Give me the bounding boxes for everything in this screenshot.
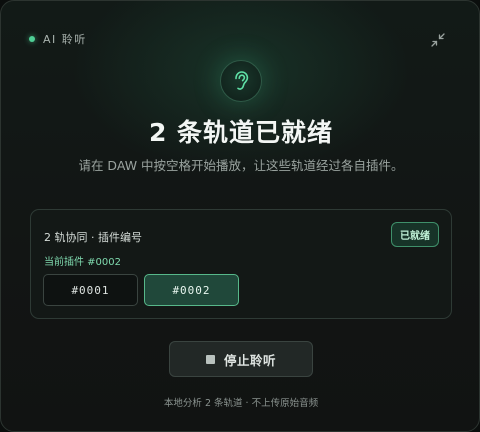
ear-badge bbox=[220, 60, 262, 102]
footer-note: 本地分析 2 条轨道 · 不上传原始音频 bbox=[163, 398, 319, 409]
current-plugin: 当前插件 #0002 bbox=[44, 257, 122, 268]
brand-label: AI 聆听 bbox=[43, 33, 87, 46]
stop-listening-button[interactable]: 停止聆听 bbox=[169, 341, 313, 377]
collapse-icon bbox=[431, 33, 445, 47]
status-badge: 已就绪 bbox=[391, 222, 439, 247]
plugin-card-label: 2 轨协同 · 插件编号 bbox=[44, 231, 142, 244]
brand: AI 聆听 bbox=[29, 31, 87, 47]
plugin-button-0002[interactable]: #0002 bbox=[144, 274, 239, 306]
collapse-button[interactable] bbox=[427, 29, 449, 51]
page-subtitle: 请在 DAW 中按空格开始播放，让这些轨道经过各自插件。 bbox=[78, 158, 404, 173]
status-dot-icon bbox=[29, 36, 35, 42]
plugin-button-0001[interactable]: #0001 bbox=[43, 274, 138, 306]
page-title: 2 条轨道已就绪 bbox=[148, 118, 334, 147]
stop-listening-label: 停止聆听 bbox=[223, 352, 276, 368]
ear-icon bbox=[235, 71, 249, 90]
plugin-card: 2 轨协同 · 插件编号 当前插件 #0002 已就绪 #0001 #0002 bbox=[30, 209, 452, 319]
listening-panel: AI 聆听 2 条轨道已就绪 请在 DAW 中按空格开始播放，让这些轨道经过各自… bbox=[0, 0, 480, 432]
stop-icon bbox=[205, 354, 215, 364]
